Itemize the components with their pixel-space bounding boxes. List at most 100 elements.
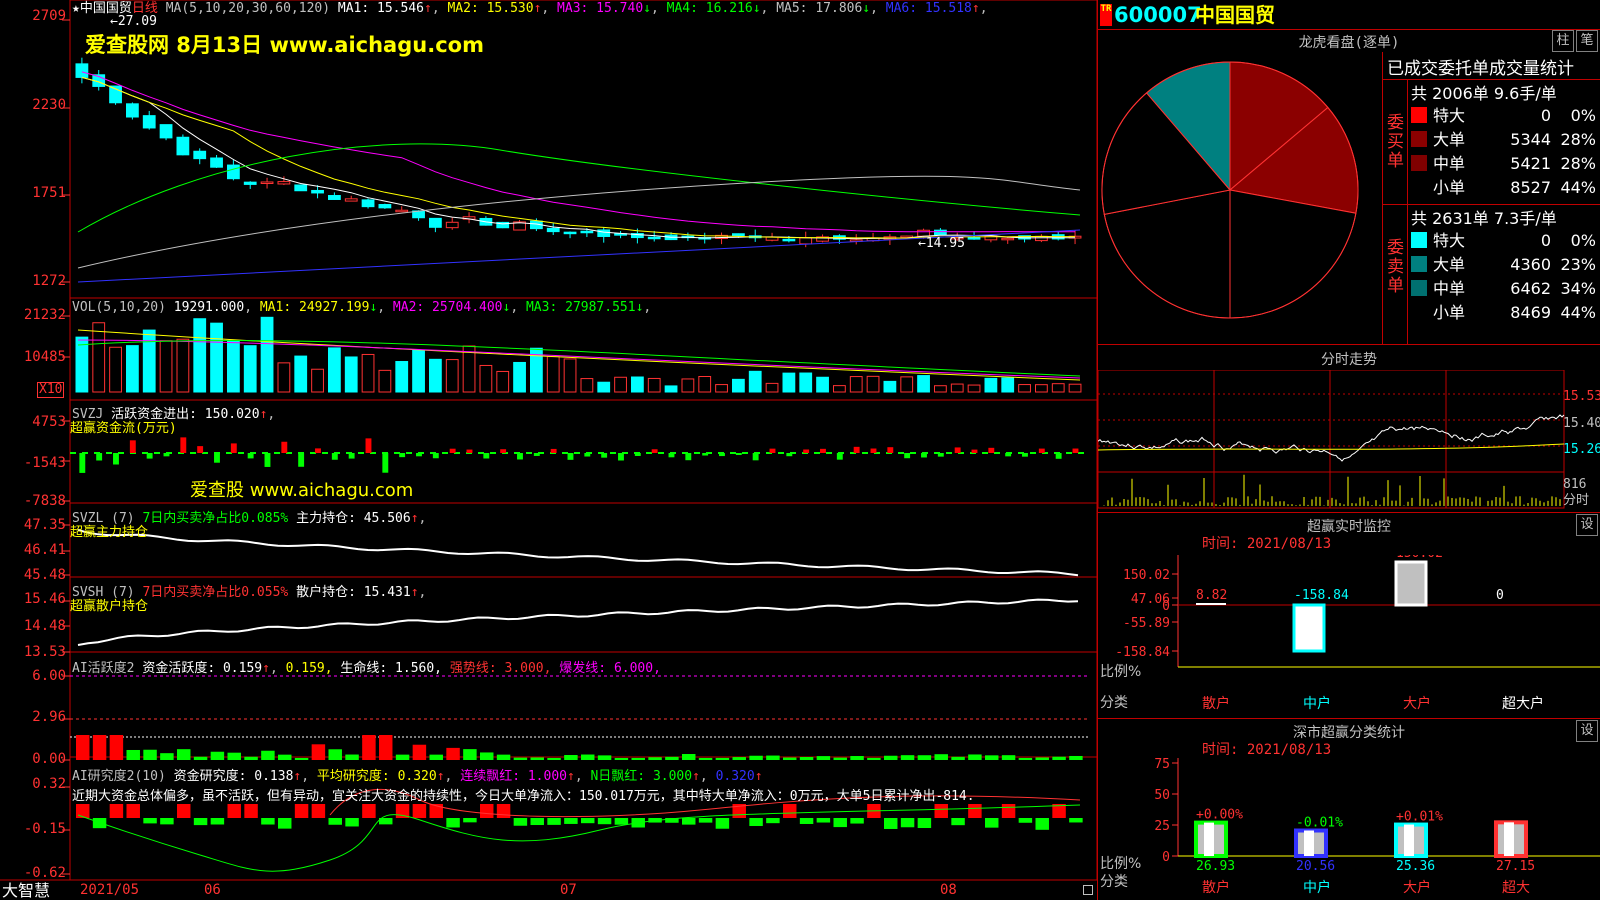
volume-bar (732, 378, 745, 393)
research-bar (1035, 818, 1049, 830)
activity-bar (177, 749, 191, 760)
sz-pct-label: -0.01% (1296, 816, 1343, 831)
sz-bar-highlight (1304, 830, 1314, 856)
ai-research-axis-tick: -0.62 (23, 865, 66, 881)
volume-bar (159, 340, 173, 393)
monitor-settings-button[interactable]: 设 (1576, 514, 1598, 536)
fund-flow-bar (281, 441, 288, 453)
research-bar (143, 818, 157, 824)
order-count: 5421 (1510, 154, 1551, 173)
sell-orders-label: 委卖单 (1387, 238, 1404, 296)
sz-stats-time: 时间: 2021/08/13 (1202, 742, 1332, 758)
svsh-axis-tick: 15.46 (23, 591, 66, 607)
sz-axis-tick: 50 (1154, 788, 1170, 803)
tick-view-button[interactable]: 笔 (1576, 30, 1598, 52)
fund-flow-bar (870, 448, 877, 453)
color-swatch (1411, 131, 1427, 147)
volume-bar (984, 377, 998, 393)
volume-bar (1051, 383, 1065, 393)
candle-body (782, 238, 796, 242)
sz-bar-highlight (1504, 822, 1514, 856)
order-stat-row: 中单 6462 34% (1411, 277, 1599, 301)
activity-bar (463, 749, 477, 760)
vol-axis-tick: 10485 (23, 349, 66, 365)
svsh-axis-tick: 13.53 (23, 644, 66, 660)
trend-arrow-icon: ↑ (971, 1, 980, 16)
price-axis-tick: 2230 (32, 97, 66, 113)
volume-bar (496, 370, 510, 393)
volume-bar (378, 369, 392, 393)
research-bar (833, 818, 847, 828)
stock-name-panel: 中国国贸 (1195, 3, 1275, 27)
ai-research-axis-tick: -0.15 (23, 821, 66, 837)
fund-flow-bar (803, 449, 810, 453)
monitor-axis-tick: 0 (1162, 599, 1170, 614)
sz-stats-title: 深市超赢分类统计 (1293, 725, 1405, 741)
activity-bar (985, 755, 999, 760)
activity-bar (328, 749, 342, 760)
retail-holding-line (77, 598, 1079, 646)
sz-value-label: 26.93 (1196, 859, 1235, 874)
order-stat-row: 特大 0 0% (1411, 104, 1599, 128)
sz-category-label: 散户 (1202, 880, 1230, 896)
activity-bar (530, 757, 544, 760)
fund-flow-bar (129, 440, 136, 453)
bar-view-button[interactable]: 柱 (1552, 30, 1574, 52)
research-bar (480, 804, 494, 818)
volume-bar (631, 376, 644, 393)
activity-bar (143, 749, 157, 760)
order-stat-row: 特大 0 0% (1411, 229, 1599, 253)
ma-value: MA5: 17.806 (776, 1, 863, 16)
brand-label[interactable]: 大智慧 (2, 882, 50, 900)
trend-arrow-icon: ↓ (643, 1, 651, 16)
research-bar (749, 818, 763, 827)
activity-bar (631, 757, 645, 760)
monitor-category-label: 大户 (1403, 696, 1431, 712)
order-pct: 34% (1560, 279, 1596, 298)
volume-bar (92, 322, 106, 393)
research-bar (446, 818, 460, 828)
activity-bar (749, 755, 763, 760)
sz-stats-settings-button[interactable]: 设 (1576, 720, 1598, 742)
volume-bar (210, 322, 223, 393)
activity-bar (968, 754, 982, 760)
fund-flow-bar (432, 453, 439, 459)
svsh-subtitle: 超赢散户持仓 (70, 599, 149, 614)
monitor-bar-label: -158.84 (1294, 588, 1349, 603)
intraday-chart[interactable] (1098, 370, 1600, 510)
candle-body (210, 157, 223, 168)
activity-bar (294, 757, 309, 760)
activity-bar (917, 755, 932, 760)
svzj-header: SVZJ 活跃资金进出: 150.020↑, (72, 407, 276, 422)
volume-bar (799, 372, 813, 393)
activity-bar (682, 754, 696, 760)
x-axis-tick: 2021/05 (80, 882, 140, 898)
research-bar (900, 818, 915, 828)
svsh-axis-tick: 14.48 (23, 618, 66, 634)
volume-bar (782, 372, 796, 393)
watermark-top: 爱查股网 8月13日 www.aichagu.com (85, 33, 484, 57)
volume-bar (597, 381, 611, 393)
activity-bar (362, 735, 376, 760)
research-bar (463, 818, 477, 823)
fund-flow-bar (533, 453, 540, 456)
fund-flow-bar (1022, 453, 1028, 457)
research-bar (345, 818, 359, 827)
volume-bar (328, 347, 341, 393)
order-size-label: 特大 (1433, 231, 1466, 250)
fund-flow-bar (416, 453, 422, 457)
volume-bar (917, 375, 930, 393)
monitor-cat-label: 分类 (1100, 695, 1128, 711)
candle-body (1001, 237, 1015, 241)
activity-bar (210, 751, 225, 760)
volume-bar (816, 376, 829, 393)
volume-bar (833, 385, 846, 393)
fund-flow-bar (954, 447, 961, 453)
sz-value-label: 25.36 (1396, 859, 1435, 874)
volume-bar (715, 384, 728, 393)
fund-flow-bar (887, 447, 894, 453)
research-bar (766, 818, 780, 824)
lock-icon[interactable] (1083, 885, 1093, 895)
main-chart-area[interactable]: ★中国国贸日线 MA(5,10,20,30,60,120) MA1: 15.54… (0, 0, 1098, 900)
svzl-subtitle: 超赢主力持仓 (70, 525, 149, 540)
